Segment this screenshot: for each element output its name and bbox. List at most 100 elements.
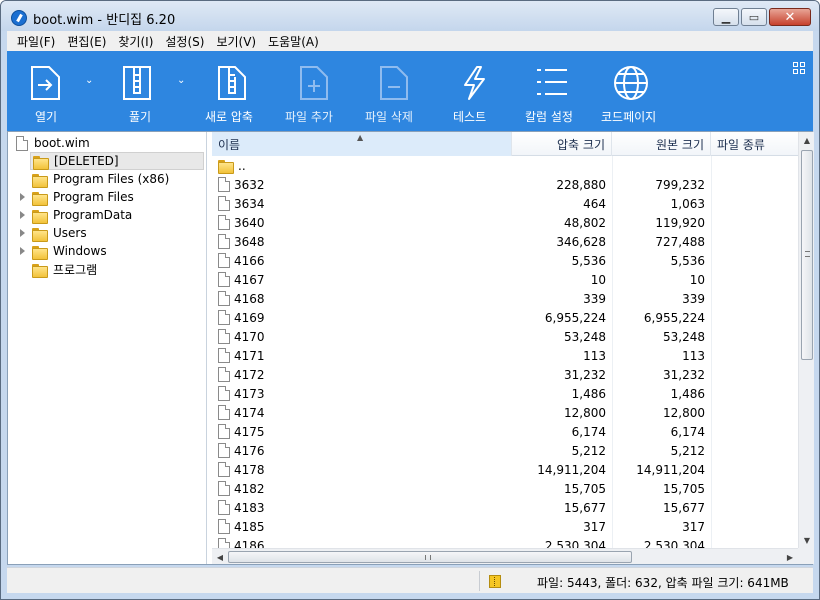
- vertical-scrollbar[interactable]: ▲ ▼: [798, 132, 814, 548]
- column-header-file-type[interactable]: 파일 종류: [711, 132, 798, 156]
- cell-name: 4175: [212, 422, 512, 441]
- tree-item-windows[interactable]: Windows: [8, 242, 207, 260]
- file-row[interactable]: 4171 113 113: [212, 346, 798, 365]
- menu-help[interactable]: 도움말(A): [262, 33, 325, 50]
- file-icon: [218, 348, 230, 363]
- open-icon: [31, 66, 60, 100]
- cell-packed-size: [512, 156, 612, 175]
- title-bar[interactable]: boot.wim - 반디집 6.20 ▁ ▭ ✕: [1, 1, 819, 31]
- expand-arrow-icon[interactable]: [20, 193, 25, 201]
- file-row[interactable]: 4169 6,955,224 6,955,224: [212, 308, 798, 327]
- cell-name: 4170: [212, 327, 512, 346]
- cell-name: 4186: [212, 536, 512, 548]
- file-row[interactable]: 4183 15,677 15,677: [212, 498, 798, 517]
- scroll-right-arrow-icon[interactable]: ▶: [782, 549, 798, 565]
- menu-file[interactable]: 파일(F): [11, 33, 61, 50]
- menu-settings[interactable]: 설정(S): [159, 33, 210, 50]
- cell-file-type: [711, 460, 798, 479]
- tree-item-program-files-x86[interactable]: Program Files (x86): [8, 170, 207, 188]
- file-row[interactable]: 4175 6,174 6,174: [212, 422, 798, 441]
- file-icon: [218, 405, 230, 420]
- delete-file-button[interactable]: 파일 삭제: [365, 51, 419, 131]
- cell-packed-size: 10: [590, 272, 606, 287]
- file-row[interactable]: 4182 15,705 15,705: [212, 479, 798, 498]
- file-icon: [218, 272, 230, 287]
- column-header-name-label: 이름: [218, 137, 241, 152]
- tree-item-program-files[interactable]: Program Files: [8, 188, 207, 206]
- file-row[interactable]: 4167 10 10: [212, 270, 798, 289]
- cell-original-size: 5,536: [670, 253, 705, 268]
- cell-packed-size: 464: [583, 196, 606, 211]
- file-row[interactable]: 4174 12,800 12,800: [212, 403, 798, 422]
- file-row[interactable]: 4178 14,911,204 14,911,204: [212, 460, 798, 479]
- codepage-button[interactable]: 코드페이지: [601, 51, 663, 131]
- file-name: 4168: [234, 291, 265, 306]
- cell-file-type: [711, 156, 798, 175]
- cell-name: 4169: [212, 308, 512, 327]
- tree-item-programs[interactable]: 프로그램: [8, 260, 207, 278]
- folder-icon: [32, 209, 48, 224]
- menu-view[interactable]: 보기(V): [210, 33, 262, 50]
- minimize-button[interactable]: ▁: [713, 8, 739, 26]
- cell-file-type: [711, 175, 798, 194]
- file-icon: [218, 519, 230, 534]
- file-row[interactable]: 4172 31,232 31,232: [212, 365, 798, 384]
- tree-item-label: [DELETED]: [54, 154, 119, 168]
- horizontal-scrollbar[interactable]: ◀ ▶: [212, 548, 798, 564]
- horizontal-scroll-thumb[interactable]: [228, 551, 632, 563]
- column-header-name[interactable]: 이름 ▲: [212, 132, 512, 156]
- open-dropdown-chevron-icon[interactable]: ⌄: [85, 75, 93, 86]
- column-header-packed-size[interactable]: 압축 크기: [512, 132, 612, 156]
- expand-arrow-icon[interactable]: [20, 229, 25, 237]
- close-button[interactable]: ✕: [769, 8, 811, 26]
- cell-file-type: [711, 422, 798, 441]
- menu-edit[interactable]: 편집(E): [61, 33, 112, 50]
- cell-original-size: 1,486: [670, 386, 705, 401]
- file-row[interactable]: 4166 5,536 5,536: [212, 251, 798, 270]
- extract-dropdown-chevron-icon[interactable]: ⌄: [177, 75, 185, 86]
- file-row[interactable]: 4185 317 317: [212, 517, 798, 536]
- layout-grid-icon[interactable]: [793, 62, 805, 74]
- file-row[interactable]: ..: [212, 156, 798, 175]
- globe-icon: [614, 66, 648, 100]
- cell-file-type: [711, 308, 798, 327]
- file-row[interactable]: 4186 2,530,304 2,530,304: [212, 536, 798, 548]
- grip-icon: [425, 555, 431, 560]
- test-button[interactable]: 테스트: [453, 51, 493, 131]
- expand-arrow-icon[interactable]: [20, 247, 25, 255]
- tree-item-users[interactable]: Users: [8, 224, 207, 242]
- open-button[interactable]: 열기: [21, 51, 69, 131]
- scroll-left-arrow-icon[interactable]: ◀: [212, 549, 228, 565]
- file-row[interactable]: 3648 346,628 727,488: [212, 232, 798, 251]
- scroll-up-arrow-icon[interactable]: ▲: [799, 132, 815, 148]
- cell-packed-size: 53,248: [564, 329, 606, 344]
- tree-root[interactable]: boot.wim: [8, 134, 207, 152]
- tree-item-programdata[interactable]: ProgramData: [8, 206, 207, 224]
- folder-icon: [32, 245, 48, 260]
- file-row[interactable]: 3634 464 1,063: [212, 194, 798, 213]
- file-row[interactable]: 3640 48,802 119,920: [212, 213, 798, 232]
- column-header-type-label: 파일 종류: [717, 137, 765, 152]
- expand-arrow-icon[interactable]: [20, 211, 25, 219]
- file-row[interactable]: 4170 53,248 53,248: [212, 327, 798, 346]
- column-header-original-size[interactable]: 원본 크기: [612, 132, 711, 156]
- maximize-button[interactable]: ▭: [741, 8, 767, 26]
- file-row[interactable]: 4176 5,212 5,212: [212, 441, 798, 460]
- file-row[interactable]: 3632 228,880 799,232: [212, 175, 798, 194]
- new-archive-button[interactable]: 새로 압축: [205, 51, 259, 131]
- cell-name: 3634: [212, 194, 512, 213]
- add-file-button[interactable]: 파일 추가: [285, 51, 339, 131]
- status-text: 파일: 5443, 폴더: 632, 압축 파일 크기: 641MB: [537, 576, 789, 590]
- cell-original-size: 2,530,304: [643, 538, 705, 549]
- vertical-scroll-thumb[interactable]: [801, 150, 813, 360]
- file-row[interactable]: 4168 339 339: [212, 289, 798, 308]
- cell-file-type: [711, 517, 798, 536]
- file-row[interactable]: 4173 1,486 1,486: [212, 384, 798, 403]
- menu-find[interactable]: 찾기(I): [112, 33, 159, 50]
- scroll-down-arrow-icon[interactable]: ▼: [799, 532, 815, 548]
- extract-button[interactable]: 풀기: [113, 51, 161, 131]
- column-settings-button[interactable]: 칼럼 설정: [525, 51, 579, 131]
- tree-item-deleted[interactable]: [DELETED]: [8, 152, 207, 170]
- cell-original-size: 10: [689, 272, 705, 287]
- bandizip-app-icon[interactable]: [11, 10, 27, 26]
